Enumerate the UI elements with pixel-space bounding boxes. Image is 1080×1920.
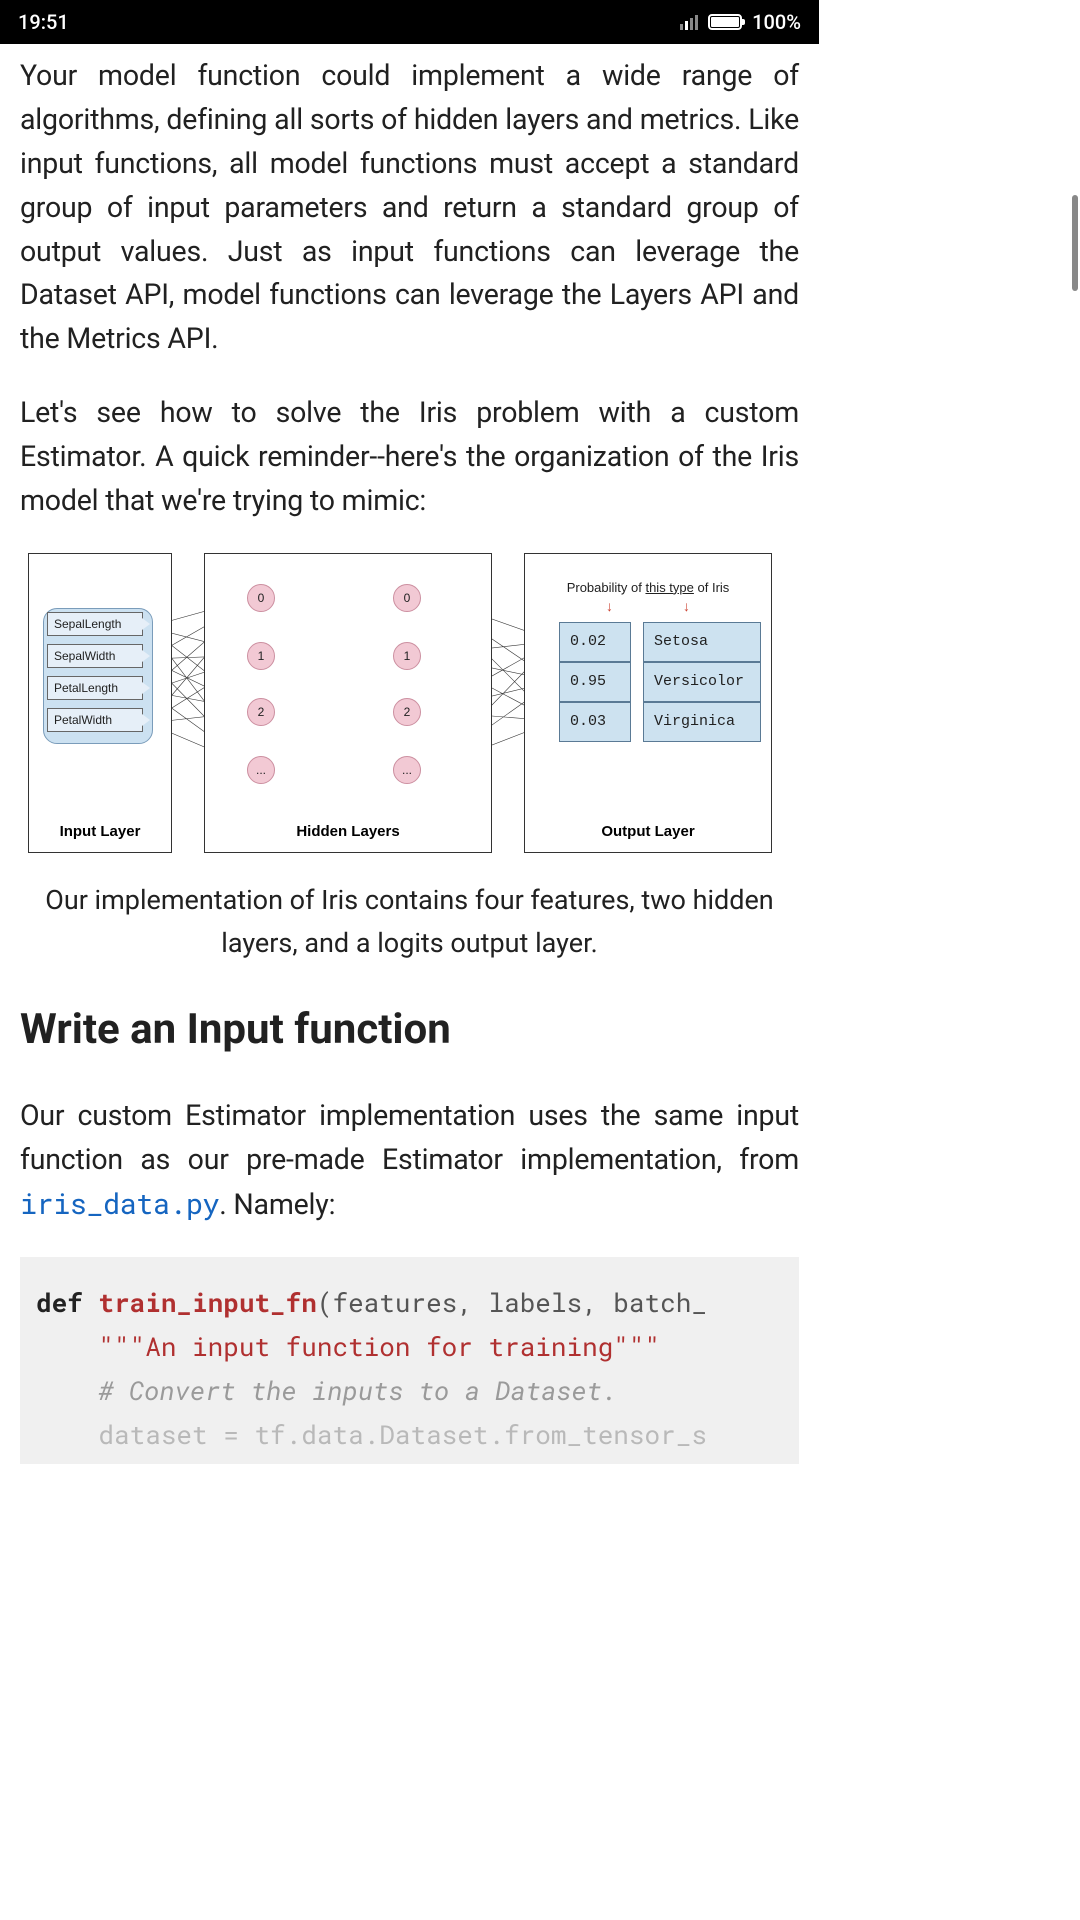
feature-petal-width: PetalWidth	[47, 708, 143, 732]
output-class: Versicolor	[643, 662, 761, 702]
section-heading: Write an Input function	[20, 1005, 799, 1054]
output-row: 0.02 Setosa	[559, 622, 761, 662]
hidden-node: 1	[393, 642, 421, 670]
status-bar: 19:51 100%	[0, 0, 819, 44]
hidden-node: 0	[247, 584, 275, 612]
output-row: 0.03 Virginica	[559, 702, 761, 742]
hidden-node: 0	[393, 584, 421, 612]
hidden-layers-panel: 0 1 2 ... 0 1 2 ... Hidden Layers	[204, 553, 492, 853]
battery-percent: 100%	[752, 10, 801, 34]
output-prob: 0.03	[559, 702, 631, 742]
output-row: 0.95 Versicolor	[559, 662, 761, 702]
hidden-node: 2	[247, 698, 275, 726]
feature-sepal-width: SepalWidth	[47, 644, 143, 668]
network-diagram: SepalLength SepalWidth PetalLength Petal…	[20, 553, 799, 853]
iris-data-link[interactable]: iris_data.py	[20, 1184, 219, 1222]
output-class: Setosa	[643, 622, 761, 662]
hidden-layers-title: Hidden Layers	[205, 823, 491, 840]
status-right: 100%	[680, 10, 801, 34]
code-block[interactable]: def train_input_fn(features, labels, bat…	[20, 1257, 799, 1464]
hidden-node: ...	[393, 756, 421, 784]
article-content[interactable]: Your model function could implement a wi…	[0, 44, 819, 1464]
hidden-node: 1	[247, 642, 275, 670]
paragraph-1: Your model function could implement a wi…	[20, 54, 799, 361]
output-class: Virginica	[643, 702, 761, 742]
output-header: Probability of this type of Iris	[525, 580, 771, 595]
signal-icon	[680, 14, 698, 30]
arrow-down-icon: ↓	[606, 598, 613, 615]
input-layer-title: Input Layer	[29, 823, 171, 840]
hidden-node: ...	[247, 756, 275, 784]
output-layer-panel: Probability of this type of Iris ↓ ↓ 0.02…	[524, 553, 772, 853]
diagram-caption: Our implementation of Iris contains four…	[20, 879, 799, 965]
feature-sepal-length: SepalLength	[47, 612, 143, 636]
output-layer-title: Output Layer	[525, 823, 771, 840]
input-layer-panel: SepalLength SepalWidth PetalLength Petal…	[28, 553, 172, 853]
arrow-down-icon: ↓	[683, 598, 690, 615]
battery-icon	[708, 14, 742, 30]
hidden-node: 2	[393, 698, 421, 726]
output-prob: 0.02	[559, 622, 631, 662]
output-prob: 0.95	[559, 662, 631, 702]
status-time: 19:51	[18, 10, 69, 34]
feature-petal-length: PetalLength	[47, 676, 143, 700]
paragraph-2: Let's see how to solve the Iris problem …	[20, 391, 799, 523]
paragraph-3: Our custom Estimator implementation uses…	[20, 1094, 799, 1227]
scroll-indicator[interactable]	[1072, 195, 1078, 291]
